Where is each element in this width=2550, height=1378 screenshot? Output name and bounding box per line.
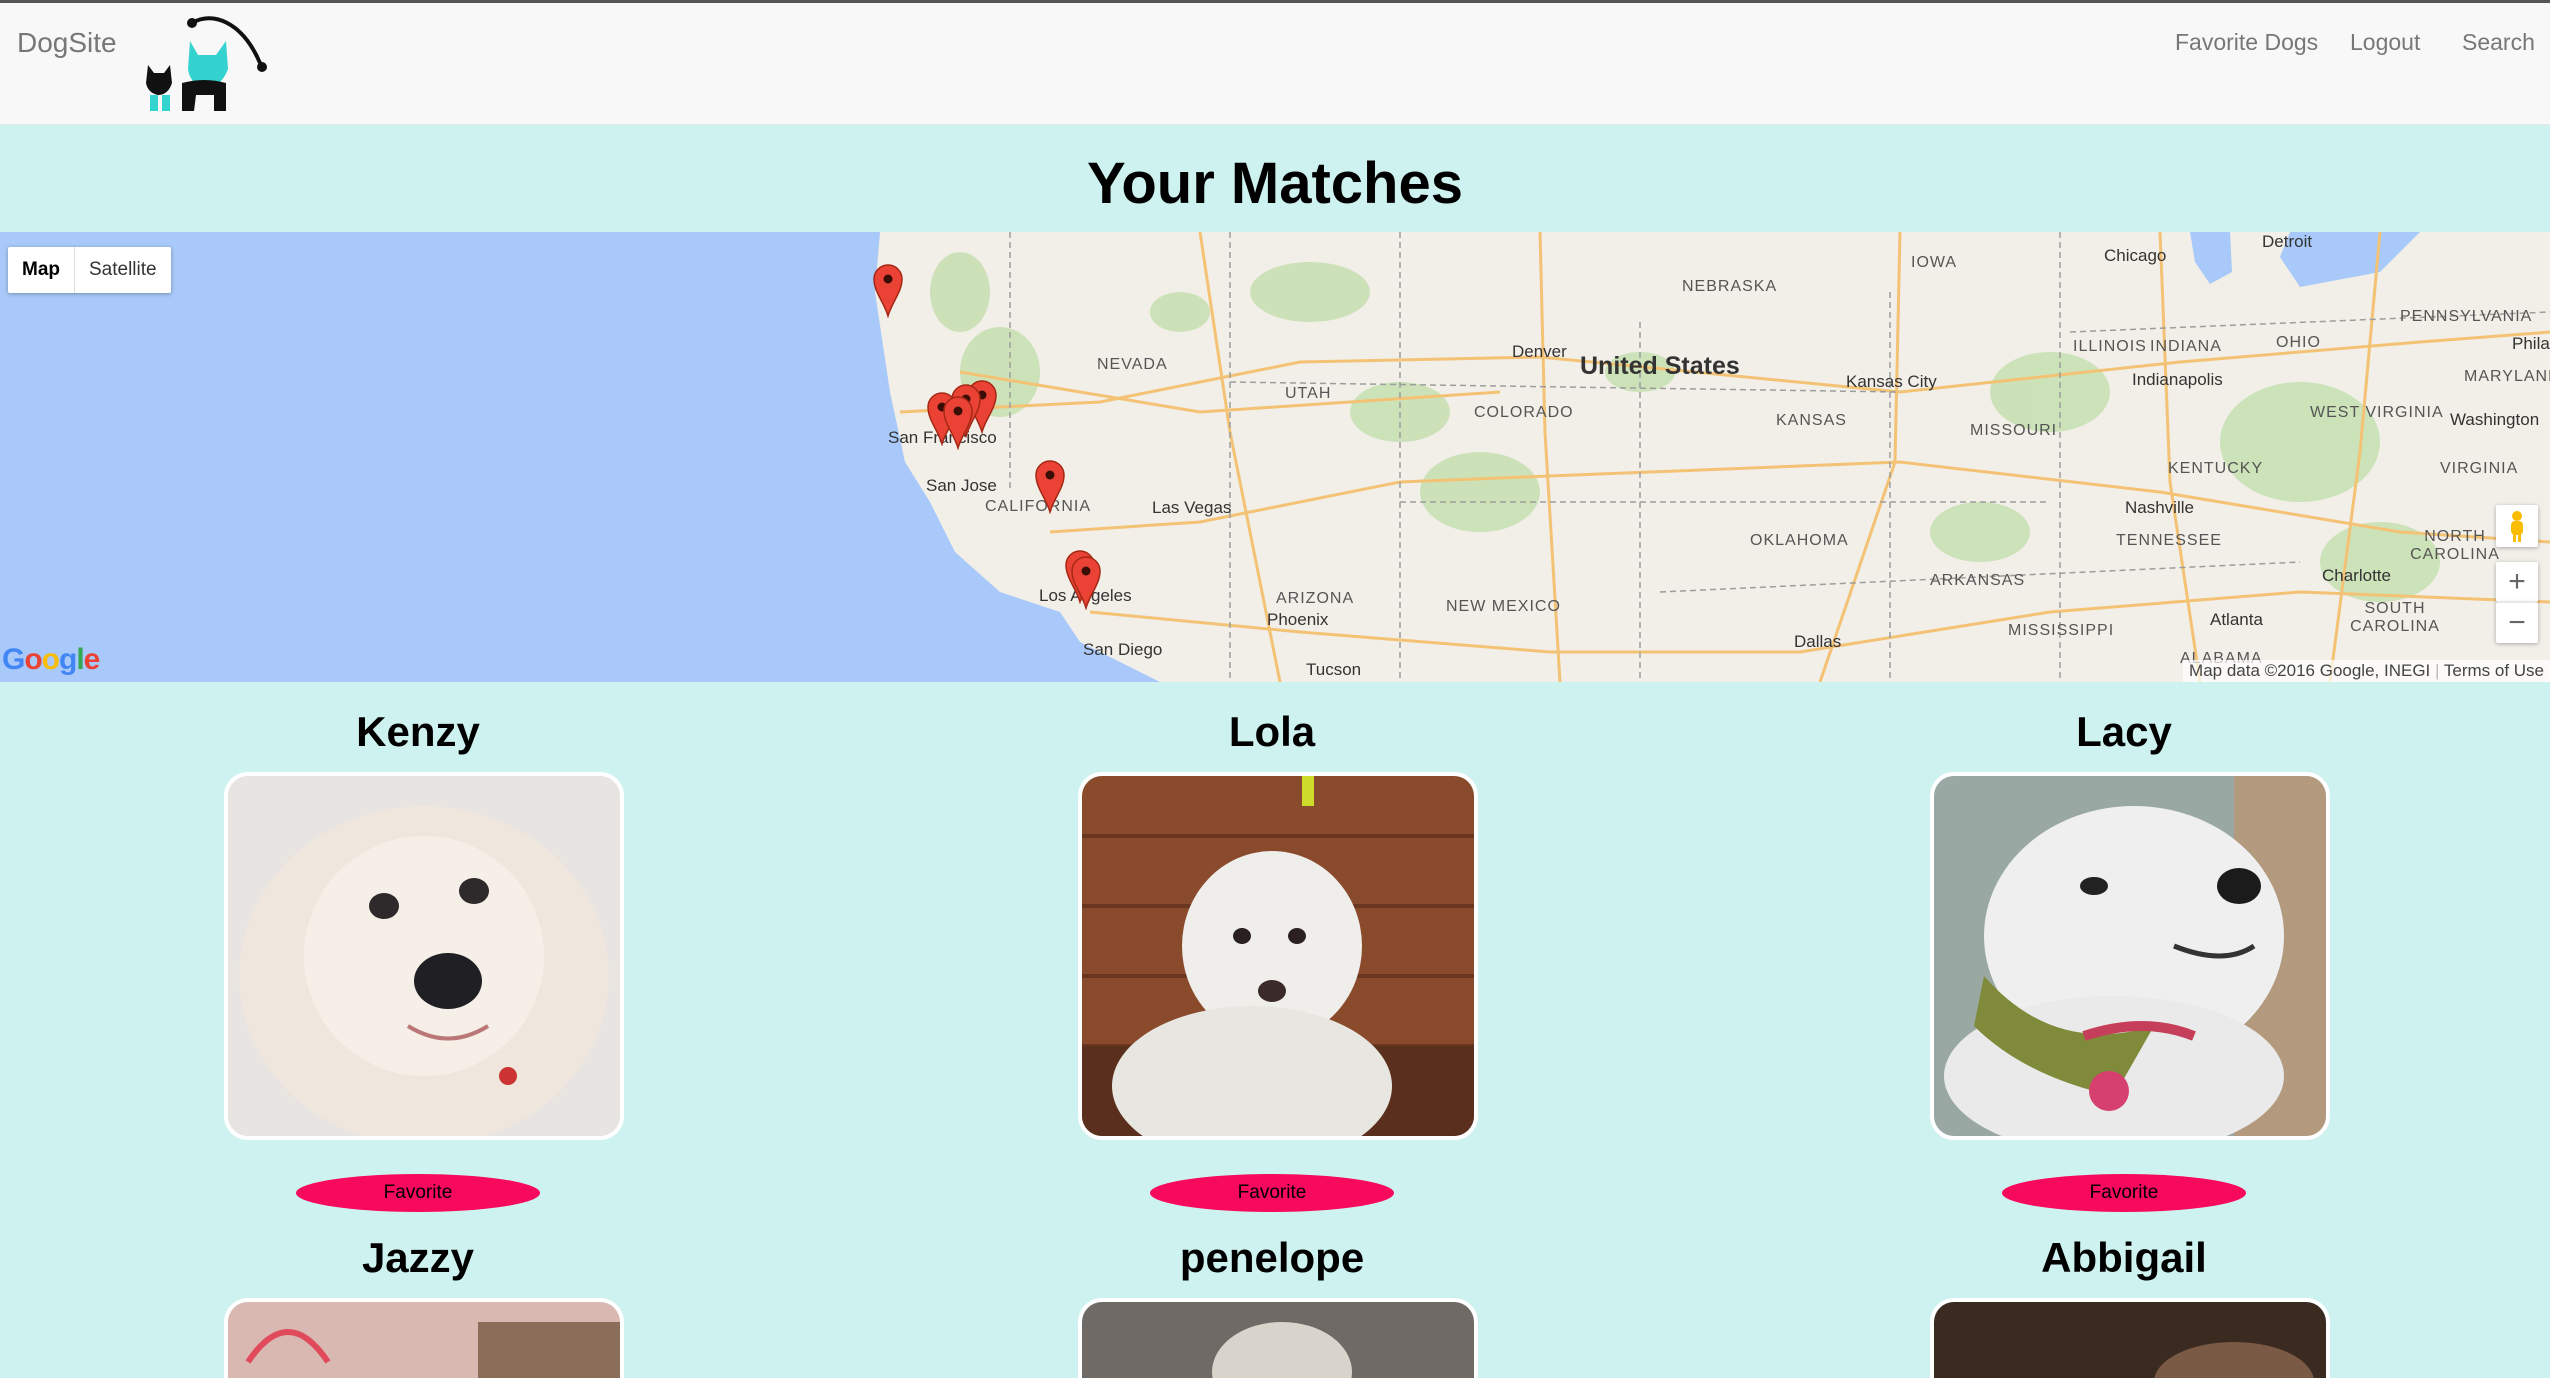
map-label-city: Philadelphia (2512, 334, 2550, 353)
map-marker-icon[interactable] (942, 394, 974, 450)
matches-map[interactable]: United States NEVADA UTAH COLORADO KANSA… (0, 232, 2550, 682)
map-label-state: ARIZONA (1276, 590, 1355, 607)
map-label-city: Denver (1512, 342, 1567, 361)
dog-name: Lola (1228, 708, 1316, 755)
map-label-state: INDIANA (2150, 338, 2222, 355)
dog-name: Kenzy (356, 708, 480, 755)
map-label-country: United States (1580, 352, 1740, 380)
favorite-button[interactable]: Favorite (2002, 1174, 2246, 1212)
map-label-state: MISSISSIPPI (2008, 622, 2115, 639)
dog-name: penelope (1179, 1234, 1365, 1281)
dog-name: Abbigail (2041, 1234, 2207, 1281)
map-label-city: San Diego (1083, 640, 1163, 659)
google-logo: Google (2, 643, 100, 676)
map-label-state: PENNSYLVANIA (2400, 308, 2533, 325)
dog-photo[interactable] (224, 1298, 624, 1378)
map-label-city: Charlotte (2322, 566, 2391, 585)
map-type-map-button[interactable]: Map (8, 247, 75, 293)
map-label-state: VIRGINIA (2440, 460, 2519, 477)
map-label-city: Chicago (2104, 246, 2167, 265)
dog-name: Lacy (2076, 708, 2172, 755)
dog-cat-logo-icon (146, 16, 267, 111)
map-label-state: COLORADO (1474, 404, 1574, 421)
dog-photo[interactable] (1078, 1298, 1478, 1378)
map-label-state: ILLINOIS (2073, 338, 2147, 355)
navbar: DogSite Favorite Dogs Logout Search (0, 3, 2550, 125)
map-label-state: IOWA (1911, 254, 1958, 271)
map-marker-icon[interactable] (872, 262, 904, 318)
map-label-state: NEW MEXICO (1446, 598, 1561, 615)
map-label-city: San Jose (926, 476, 997, 495)
dog-photo[interactable] (1930, 1298, 2330, 1378)
map-label-city: Las Vegas (1152, 498, 1232, 517)
map-label-state: MARYLAND (2464, 368, 2550, 385)
favorite-button[interactable]: Favorite (1150, 1174, 1394, 1212)
map-label-state: NEVADA (1097, 356, 1168, 373)
map-label-city: Nashville (2125, 498, 2194, 517)
map-label-state: KENTUCKY (2168, 460, 2264, 477)
nav-logout[interactable]: Logout (2350, 29, 2420, 56)
map-data-attribution: Map data ©2016 Google, INEGI (2189, 661, 2431, 680)
map-type-control: Map Satellite (8, 247, 171, 293)
map-label-city: Detroit (2262, 232, 2313, 251)
street-view-pegman-icon[interactable] (2496, 505, 2538, 547)
dog-photo[interactable] (1930, 772, 2330, 1140)
map-label-state: UTAH (1285, 385, 1332, 402)
map-attribution: Map data ©2016 Google, INEGI | Terms of … (2183, 660, 2550, 682)
terms-of-use-link[interactable]: Terms of Use (2444, 661, 2544, 680)
map-label-city: Washington (2450, 410, 2540, 429)
page-title: Your Matches (1086, 151, 1463, 216)
map-label-city: Tucson (1306, 660, 1362, 679)
map-label-state: KANSAS (1776, 412, 1847, 429)
zoom-in-button[interactable]: + (2496, 562, 2538, 602)
favorite-button[interactable]: Favorite (296, 1174, 540, 1212)
map-label-state: MISSOURI (1970, 422, 2058, 439)
map-label-state: SOUTH CAROLINA (2350, 600, 2440, 635)
dog-photo[interactable] (224, 772, 624, 1140)
map-label-state: ARKANSAS (1930, 572, 2026, 589)
map-label-state: WEST VIRGINIA (2310, 404, 2444, 421)
zoom-out-button[interactable]: − (2496, 602, 2538, 643)
map-label-city: Kansas City (1846, 372, 1937, 391)
map-label-state: OKLAHOMA (1750, 532, 1849, 549)
map-label-state: OHIO (2276, 334, 2321, 351)
map-label-city: Dallas (1794, 632, 1842, 651)
dog-photo[interactable] (1078, 772, 1478, 1140)
nav-search[interactable]: Search (2462, 29, 2535, 56)
brand-link[interactable]: DogSite (17, 27, 117, 59)
map-label-city: Indianapolis (2132, 370, 2223, 389)
map-label-city: Phoenix (1267, 610, 1329, 629)
map-label-city: Atlanta (2210, 610, 2263, 629)
map-type-satellite-button[interactable]: Satellite (75, 247, 171, 293)
map-label-state: TENNESSEE (2116, 532, 2222, 549)
map-marker-icon[interactable] (1070, 554, 1102, 610)
map-marker-icon[interactable] (1034, 458, 1066, 514)
nav-favorite-dogs[interactable]: Favorite Dogs (2175, 29, 2318, 56)
map-label-state: NEBRASKA (1682, 278, 1778, 295)
dog-name: Jazzy (361, 1234, 475, 1281)
